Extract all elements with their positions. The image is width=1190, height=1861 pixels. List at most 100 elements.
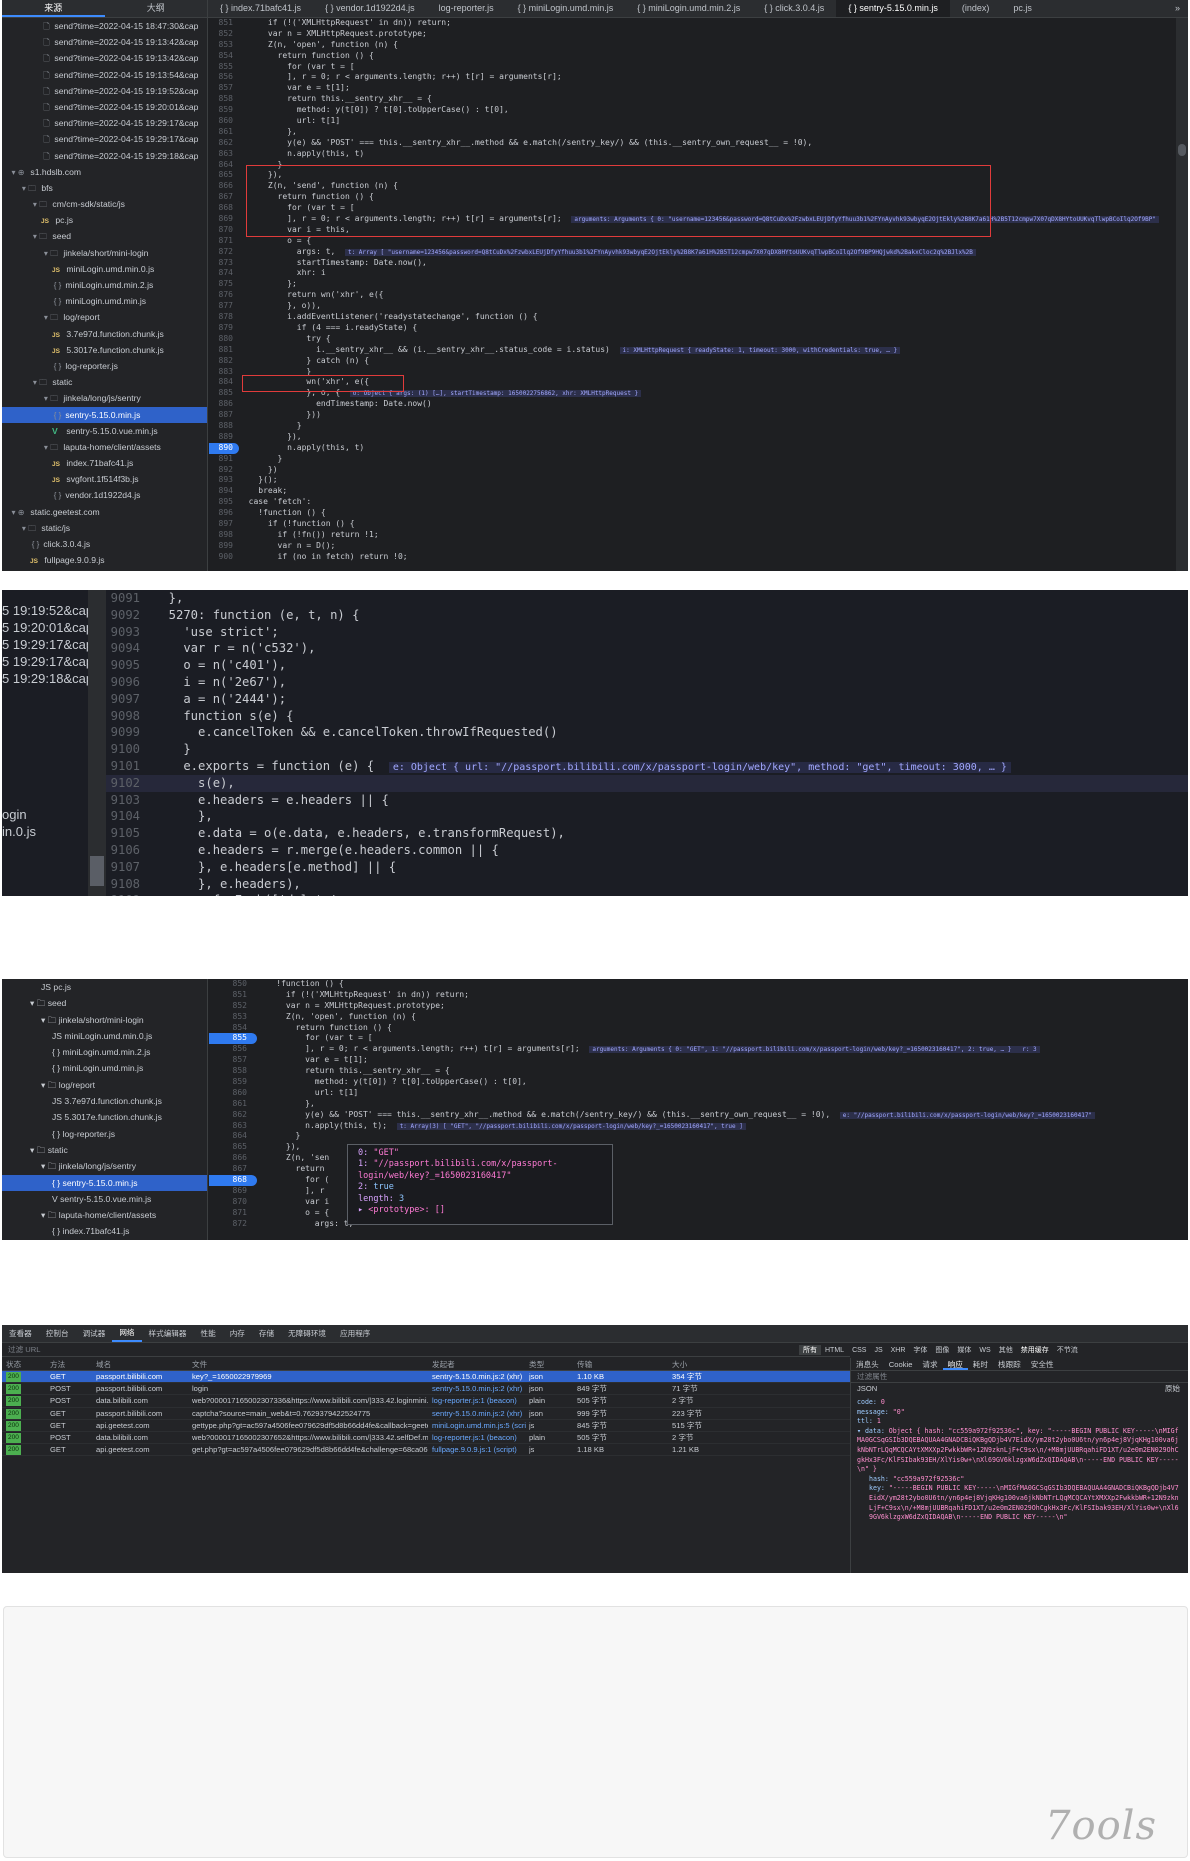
line-number[interactable]: 872 [209,247,239,258]
line-number[interactable]: 857 [209,83,239,94]
line-number[interactable]: 867 [209,1164,257,1175]
line-number[interactable]: 888 [209,421,239,432]
line-number[interactable]: 860 [209,1088,257,1099]
tree-item[interactable]: 🗋 send?time=2022-04-15 19:29:17&cap [2,115,207,131]
line-number[interactable]: 853 [209,40,239,51]
line-number[interactable]: 861 [209,1099,257,1110]
tree-item[interactable]: JS pc.js [2,212,207,228]
devtools-tab[interactable]: 网络 [112,1325,142,1342]
line-number[interactable]: 900 [209,552,239,563]
tree-item[interactable]: 🗋 send?time=2022-04-15 19:13:42&cap [2,34,207,50]
file-tab[interactable]: { } miniLogin.umd.min.js [506,0,626,17]
tree-item[interactable]: ▾ 🗀 bfs [2,180,207,196]
tree-item[interactable]: { } miniLogin.umd.min.js [2,293,207,309]
line-number[interactable]: 889 [209,432,239,443]
tree-item-fragment[interactable]: 5 19:29:18&cap [2,671,93,686]
line-number[interactable]: 9093 [106,624,154,641]
tree-item[interactable]: 🗋 send?time=2022-04-15 19:19:52&cap [2,83,207,99]
line-number[interactable]: 891 [209,454,239,465]
line-number[interactable]: 853 [209,1012,257,1023]
column-header[interactable]: 域名 [96,1358,111,1371]
line-number[interactable]: 852 [209,29,239,40]
tree-item[interactable]: { } index.71bafc41.js [2,1223,207,1239]
column-header[interactable]: 大小 [672,1358,687,1371]
line-number[interactable]: 851 [209,990,257,1001]
file-tab[interactable]: { } miniLogin.umd.min.2.js [625,0,752,17]
tree-item[interactable]: ▾ 🗀 static [2,374,207,390]
line-number[interactable]: 871 [209,1208,257,1219]
tree-item-fragment[interactable]: 5 19:20:01&cap [2,620,93,635]
tree-item[interactable]: ▾ ⊕ s1.hdslb.com [2,164,207,180]
tree-item[interactable]: JS 5.3017e.function.chunk.js [2,342,207,358]
tree-item-fragment[interactable]: 5 19:29:17&cap [2,637,93,652]
line-number[interactable]: 869 [209,1186,257,1197]
line-number[interactable]: 9104 [106,808,154,825]
line-number[interactable]: 883 [209,367,239,378]
file-tab[interactable]: { } sentry-5.15.0.min.js [836,0,950,17]
line-number[interactable]: 9101 [106,758,154,775]
column-header[interactable]: 状态 [6,1358,21,1371]
tree-item[interactable]: { } log-reporter.js [2,1126,207,1142]
tree-item[interactable]: 🗋 send?time=2022-04-15 19:29:17&cap [2,131,207,147]
line-number[interactable]: 9098 [106,708,154,725]
tree-item[interactable]: V sentry-5.15.0.vue.min.js [2,1191,207,1207]
scrollbar-thumb[interactable] [90,856,104,886]
file-tab[interactable]: log-reporter.js [427,0,506,17]
line-number[interactable]: 878 [209,312,239,323]
type-filter[interactable]: HTML [821,1347,848,1354]
line-number[interactable]: 876 [209,290,239,301]
line-number[interactable]: 886 [209,399,239,410]
file-tab[interactable]: { } index.71bafc41.js [208,0,313,17]
devtools-tab[interactable]: 无障碍环境 [281,1328,333,1339]
line-number[interactable]: 858 [209,94,239,105]
column-header[interactable]: 类型 [529,1358,544,1371]
tree-item[interactable]: ▾ 🗀 jinkela/short/mini-login [2,1012,207,1028]
line-number[interactable]: 873 [209,258,239,269]
breakpoint-line-number[interactable]: 855 [209,1033,257,1045]
tree-item[interactable]: ▾ 🗀 log/report [2,1077,207,1093]
response-tab[interactable]: 安全性 [1026,1358,1059,1370]
line-number[interactable]: 9105 [106,825,154,842]
tree-item-fragment[interactable]: ogin [2,807,27,822]
tree-item[interactable]: JS miniLogin.umd.min.0.js [2,261,207,277]
breakpoint-line-number[interactable]: 890 [209,442,239,454]
line-number[interactable]: 855 [209,62,239,73]
tree-item[interactable]: ▾ 🗀 log/report [2,309,207,325]
tree-item[interactable]: 🗋 send?time=2022-04-15 19:20:01&cap [2,99,207,115]
tree-item[interactable]: { } sentry-5.15.0.min.js [2,406,207,423]
line-number[interactable]: 9099 [106,724,154,741]
line-number[interactable]: 861 [209,127,239,138]
line-number[interactable]: 884 [209,377,239,388]
column-header[interactable]: 传输 [577,1358,592,1371]
tree-item[interactable]: { } vendor.1d1922d4.js [2,487,207,503]
devtools-tab[interactable]: 存储 [252,1328,281,1339]
line-number[interactable]: 858 [209,1066,257,1077]
line-number[interactable]: 896 [209,508,239,519]
line-number[interactable]: 9107 [106,859,154,876]
devtools-tab[interactable]: 性能 [194,1328,223,1339]
code-editor[interactable]: 851 if (!('XMLHttpRequest' in dn)) retur… [209,18,1176,571]
devtools-tab[interactable]: 控制台 [39,1328,76,1339]
column-header[interactable]: 文件 [192,1358,207,1371]
tab-sources[interactable]: 来源 [2,0,105,17]
tree-item[interactable]: ▾ 🗀 static/js [2,520,207,536]
tree-item[interactable]: JS fullpage.9.0.9.js [2,552,207,568]
tree-item[interactable]: ▾ ⊕ static.geetest.com [2,504,207,520]
line-number[interactable]: 882 [209,356,239,367]
line-number[interactable]: 852 [209,1001,257,1012]
line-number[interactable]: 870 [209,225,239,236]
line-number[interactable]: 9096 [106,674,154,691]
line-number[interactable]: 885 [209,388,239,399]
type-filter[interactable]: 所有 [799,1345,821,1355]
response-filter-input[interactable]: 过滤属性 [851,1371,1188,1383]
line-number[interactable]: 9091 [106,590,154,607]
line-number[interactable]: 892 [209,465,239,476]
line-number[interactable]: 863 [209,1121,257,1132]
line-number[interactable]: 860 [209,116,239,127]
line-number[interactable]: 866 [209,181,239,192]
line-number[interactable]: 872 [209,1219,257,1230]
tree-item[interactable]: 🗋 send?time=2022-04-15 18:47:30&cap [2,18,207,34]
line-number[interactable]: 854 [209,1023,257,1034]
type-filter[interactable]: JS [870,1347,886,1354]
tree-item[interactable]: 🗋 send?time=2022-04-15 19:13:54&cap [2,67,207,83]
